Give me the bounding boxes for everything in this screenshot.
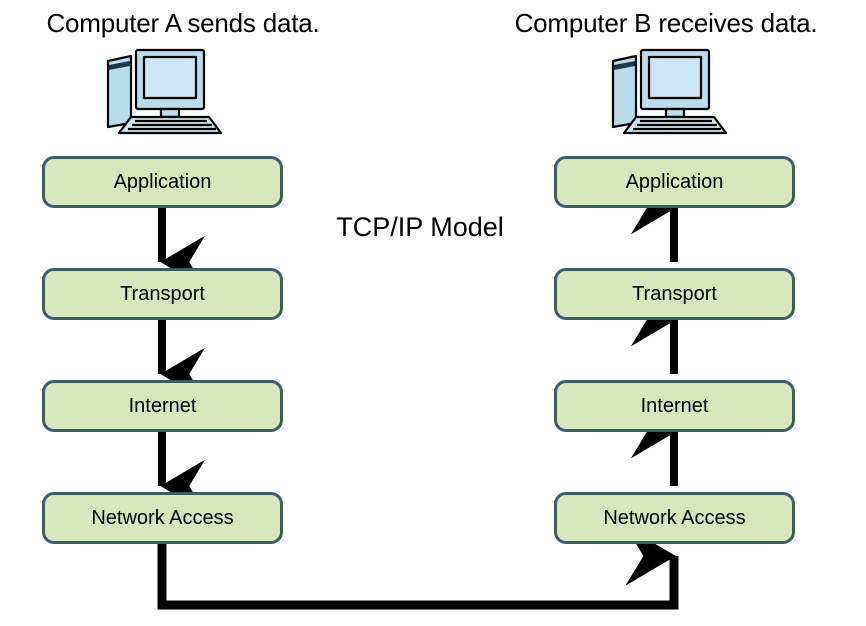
layer-box-internet-left[interactable]: Internet — [42, 380, 283, 432]
layer-label: Application — [625, 170, 724, 193]
diagram-title: TCP/IP Model — [336, 212, 504, 242]
layer-box-network-access-right[interactable]: Network Access — [554, 492, 795, 544]
desktop-computer-icon — [600, 45, 740, 140]
desktop-computer-icon — [95, 45, 235, 140]
layer-box-application-right[interactable]: Application — [554, 156, 795, 208]
layer-label: Network Access — [91, 506, 234, 529]
layer-label: Internet — [128, 394, 197, 417]
layer-box-transport-right[interactable]: Transport — [554, 268, 795, 320]
layer-box-transport-left[interactable]: Transport — [42, 268, 283, 320]
layer-label: Application — [113, 170, 212, 193]
arrow-network-link — [157, 526, 679, 610]
layer-label: Transport — [632, 282, 717, 305]
layer-box-network-access-left[interactable]: Network Access — [42, 492, 283, 544]
caption-computer-b: Computer B receives data. — [514, 8, 818, 38]
layer-label: Transport — [120, 282, 205, 305]
diagram-canvas: Computer A sends data. Computer B receiv… — [0, 0, 866, 626]
layer-box-internet-right[interactable]: Internet — [554, 380, 795, 432]
layer-box-application-left[interactable]: Application — [42, 156, 283, 208]
layer-label: Internet — [640, 394, 709, 417]
caption-computer-a: Computer A sends data. — [46, 8, 320, 38]
layer-label: Network Access — [603, 506, 746, 529]
